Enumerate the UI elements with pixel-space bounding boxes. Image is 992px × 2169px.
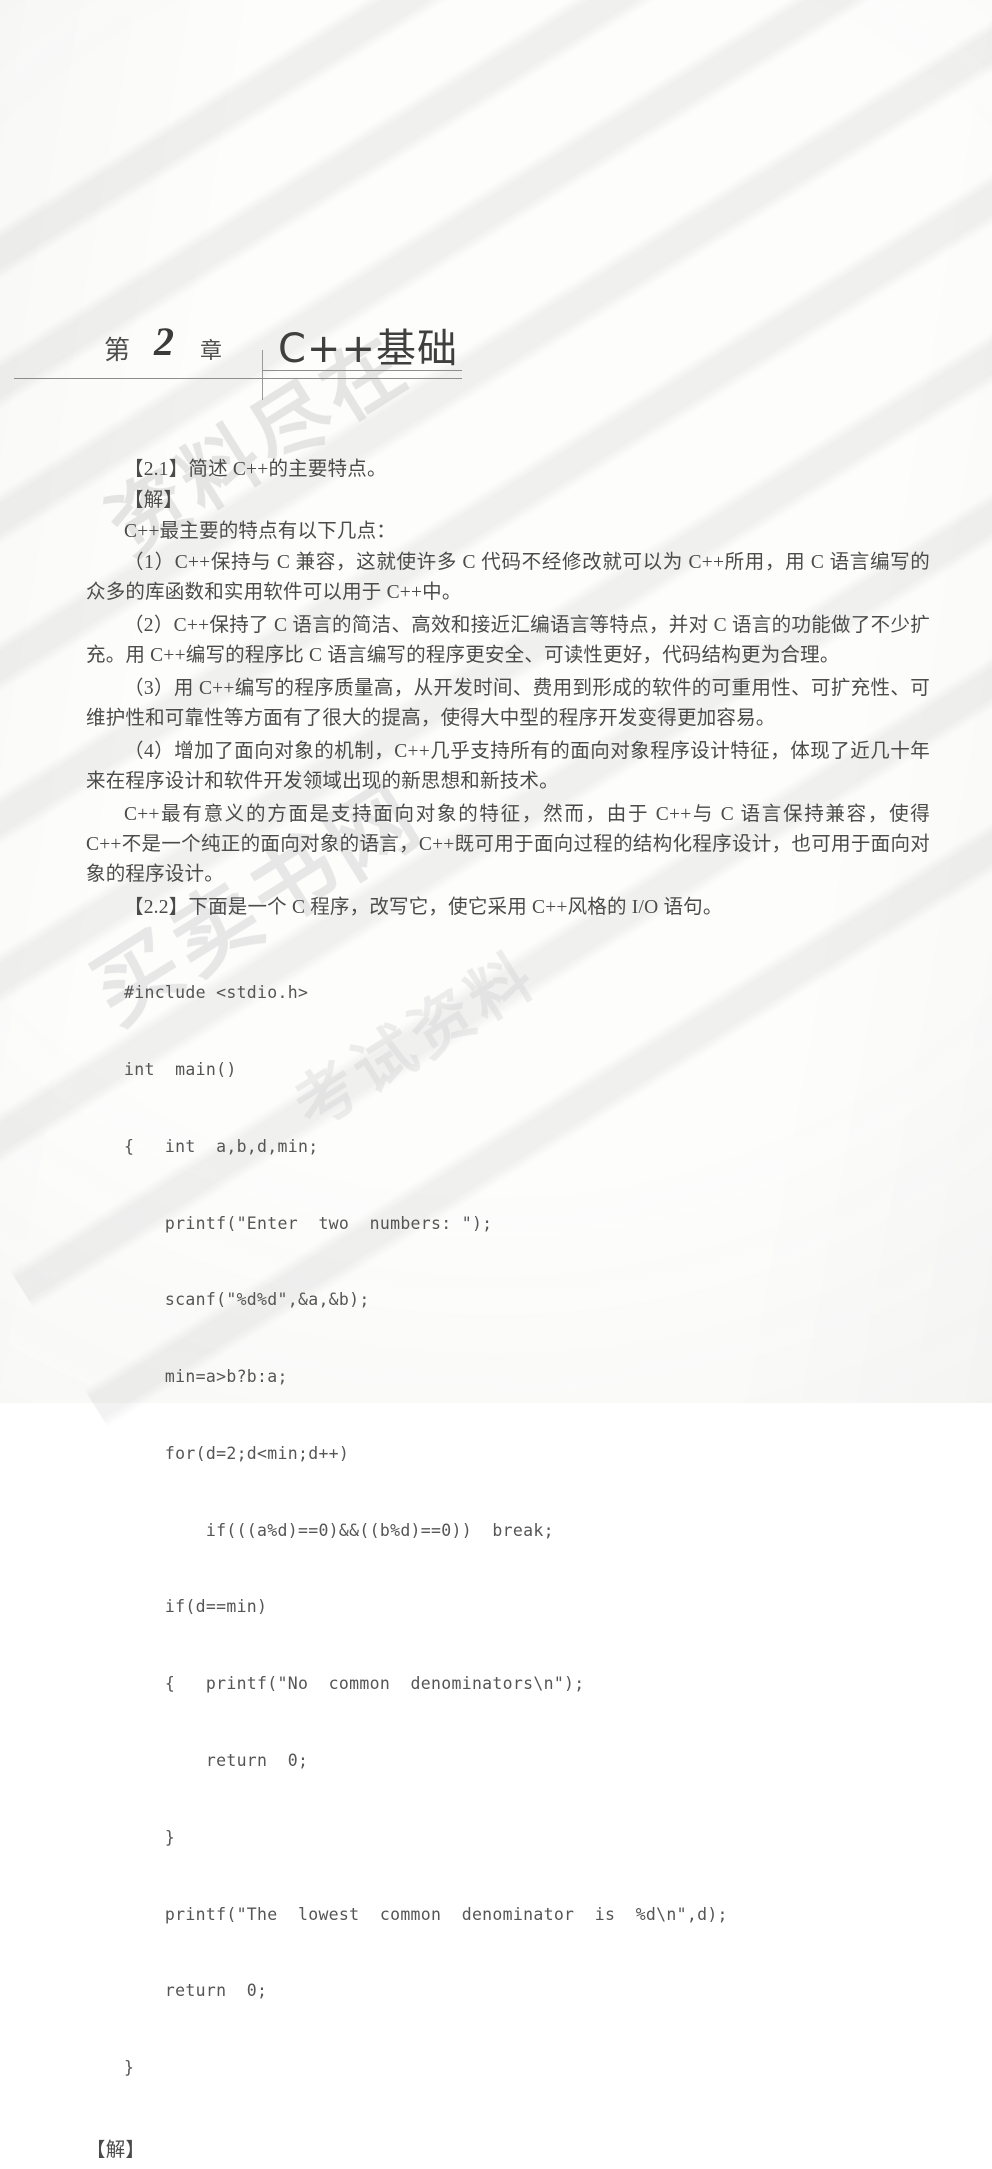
chapter-number: 2 (154, 319, 174, 364)
code-line: int main() (124, 1059, 237, 1079)
feature-point-1: （1）C++保持与 C 兼容，这就使许多 C 代码不经修改就可以为 C++所用，… (86, 552, 930, 603)
code-line: } (124, 1827, 176, 1847)
code-line: if(d==min) (124, 1597, 268, 1617)
header-vertical-tick (262, 350, 263, 400)
code-line: if(((a%d)==0)&&((b%d)==0)) break; (124, 1520, 554, 1540)
code-line: return 0; (124, 1981, 268, 2001)
code-line: return 0; (124, 1751, 309, 1770)
chapter-title: C++基础 (278, 326, 458, 372)
code-line: for(d=2;d<min;d++) (124, 1443, 350, 1463)
code-block: #include <stdio.h> int main() { int a,b,… (0, 929, 992, 2132)
chapter-label-suffix: 章 (200, 339, 223, 364)
chapter-header: 第 2 章 C++基础 (0, 300, 992, 400)
feature-point-3: （3）用 C++编写的程序质量高，从开发时间、费用到形成的软件的可重用性、可扩充… (86, 678, 930, 729)
code-line: } (124, 2058, 135, 2078)
header-rule-lower (14, 378, 462, 379)
code-line: { int a,b,d,min; (124, 1136, 319, 1156)
code-line: printf("The lowest common denominator is… (124, 1904, 728, 1924)
page-content: 【2.1】简述 C++的主要特点。 【解】 C++最主要的特点有以下几点： （1… (0, 455, 992, 2169)
feature-point-4: （4）增加了面向对象的机制，C++几乎支持所有的面向对象程序设计特征，体现了近几… (86, 741, 930, 792)
code-line: printf("Enter two numbers: "); (124, 1213, 493, 1233)
page-canvas: 资料尽在 买卖书网 考试资料 第 2 章 C++基础 【2.1】简述 C++的主… (0, 0, 992, 2161)
exercise-2-2-solution-label: 【解】 (86, 2139, 146, 2161)
code-line: { printf("No common denominators\n"); (124, 1674, 585, 1694)
chapter-label-prefix: 第 (104, 336, 132, 366)
feature-point-2: （2）C++保持了 C 语言的简洁、高效和接近汇编语言等特点，并对 C 语言的功… (86, 615, 930, 666)
header-rule-upper (262, 370, 462, 371)
exercise-2-1-title: 【2.1】简述 C++的主要特点。 (124, 459, 387, 480)
code-line: min=a>b?b:a; (124, 1367, 288, 1387)
code-line: scanf("%d%d",&a,&b); (124, 1290, 370, 1310)
exercise-2-1-closing: C++最有意义的方面是支持面向对象的特征，然而，由于 C++与 C 语言保持兼容… (86, 804, 930, 885)
exercise-2-1-solution-label: 【解】 (124, 490, 184, 511)
code-line: #include <stdio.h> (124, 983, 309, 1003)
exercise-2-2-title: 【2.2】下面是一个 C 程序，改写它，使它采用 C++风格的 I/O 语句。 (124, 897, 723, 918)
exercise-2-1-lead: C++最主要的特点有以下几点： (124, 521, 397, 542)
